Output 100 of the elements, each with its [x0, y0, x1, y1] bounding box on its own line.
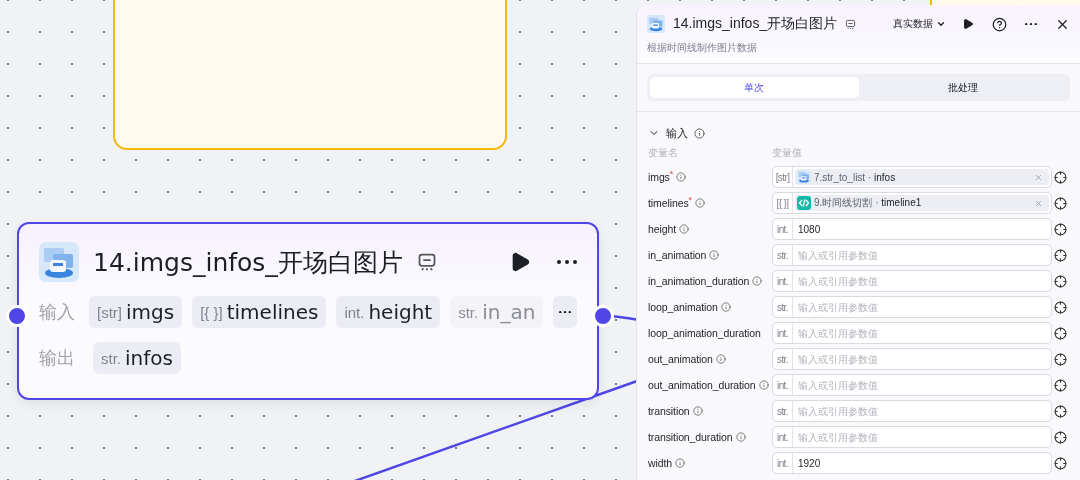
panel-subtitle: 根据时间线制作图片数据 [647, 41, 758, 55]
param-field[interactable]: int. 1920 [772, 452, 1052, 474]
caret-icon [936, 19, 946, 29]
run-button[interactable] [962, 18, 974, 30]
param-name: height [648, 223, 676, 235]
reference-picker-icon[interactable] [1054, 196, 1067, 210]
mode-tab[interactable]: 批处理 [858, 77, 1067, 98]
info-icon[interactable] [694, 127, 705, 139]
param-field[interactable]: str. 输入或引用参数值 [772, 348, 1052, 370]
code-node-icon [797, 196, 811, 210]
panel-title: 14.imgs_infos_开场白图片 [673, 15, 838, 33]
more-icon [1025, 22, 1037, 26]
chip-name: in_an [482, 300, 536, 324]
type-label: [{ }] [773, 193, 793, 213]
type-label: int. [773, 323, 793, 343]
type-label: [{ }] [200, 303, 223, 321]
param-name: transition_duration [648, 431, 733, 443]
reference-text: 9.时间线切割 · timeline1 [814, 196, 922, 210]
input-field[interactable]: 输入或引用参数值 [793, 323, 1051, 343]
param-name: out_animation [648, 353, 713, 365]
node-card[interactable]: 14.imgs_infos_开场白图片 输入 [str] imgs [{ }] timelines int. height str. in_an 输出 str. infos [17, 222, 599, 400]
param-name: out_animation_duration [648, 379, 756, 391]
node-badge-icon [416, 252, 437, 272]
help-button[interactable] [992, 16, 1007, 32]
param-field[interactable]: str. 输入或引用参数值 [772, 244, 1052, 266]
input-field[interactable]: 输入或引用参数值 [793, 375, 1051, 395]
node-icon [39, 242, 79, 282]
more-button[interactable] [557, 260, 577, 264]
chip-name: infos [125, 346, 173, 370]
type-label: int. [773, 453, 793, 473]
reference-picker-icon[interactable] [1054, 300, 1067, 314]
reference-picker-icon[interactable] [1054, 248, 1067, 262]
inputs-label: 输入 [39, 301, 76, 324]
reference-picker-icon[interactable] [1054, 326, 1067, 340]
node-badge-icon [845, 18, 857, 30]
reference-picker-icon[interactable] [1054, 222, 1067, 236]
type-label: str. [773, 349, 793, 369]
param-name: loop_animation [648, 301, 718, 313]
field-value: 1920 [797, 457, 821, 469]
reference-picker-icon[interactable] [1054, 170, 1067, 184]
input-field[interactable]: 输入或引用参数值 [793, 427, 1051, 447]
column-header: 变量名 [648, 146, 679, 160]
param-name: timelines [648, 197, 689, 209]
input-field[interactable]: 输入或引用参数值 [793, 349, 1051, 369]
more-button[interactable] [1025, 22, 1037, 26]
column-header: 变量值 [772, 146, 803, 160]
type-label: int. [344, 303, 365, 321]
required-mark: * [688, 195, 693, 205]
outputs-label: 输出 [39, 347, 76, 370]
chip-name: height [368, 300, 433, 324]
param-name: width [648, 457, 672, 469]
chip-name: imgs [126, 300, 175, 324]
mode-tab[interactable]: 单次 [650, 77, 859, 98]
input-field[interactable]: 输入或引用参数值 [793, 271, 1051, 291]
type-label: [str] [773, 167, 793, 187]
reference-chip[interactable]: 7.str_to_list · infos [795, 169, 1049, 185]
input-handle[interactable] [6, 305, 28, 327]
reference-picker-icon[interactable] [1054, 378, 1067, 392]
param-name: transition [648, 405, 690, 417]
type-label: int. [773, 219, 793, 239]
type-label: int. [773, 375, 793, 395]
reference-picker-icon[interactable] [1054, 352, 1067, 366]
type-label: str. [773, 297, 793, 317]
reference-text: 7.str_to_list · infos [814, 171, 896, 183]
output-handle[interactable] [592, 305, 614, 327]
param-field[interactable]: str. 输入或引用参数值 [772, 400, 1052, 422]
chip-name: timelines [226, 300, 319, 324]
input-field[interactable]: 输入或引用参数值 [793, 245, 1051, 265]
type-label: int. [773, 271, 793, 291]
more-inputs-button[interactable] [553, 296, 577, 328]
type-label: str. [101, 349, 121, 367]
type-label: int. [773, 427, 793, 447]
reference-picker-icon[interactable] [1054, 456, 1067, 470]
node-icon [797, 170, 811, 184]
param-name: in_animation [648, 249, 707, 261]
param-field[interactable]: int. 输入或引用参数值 [772, 426, 1052, 448]
param-field[interactable]: int. 1080 [772, 218, 1052, 240]
node-title: 14.imgs_infos_开场白图片 [93, 246, 403, 279]
required-mark: * [669, 169, 674, 179]
data-mode-dropdown[interactable]: 真实数据 [893, 17, 946, 31]
reference-chip[interactable]: 9.时间线切割 · timeline1 [795, 195, 1049, 211]
type-label: str. [773, 245, 793, 265]
section-title: 输入 [666, 125, 688, 141]
param-name: loop_animation_duration [648, 327, 761, 339]
type-label: str. [458, 303, 479, 321]
param-field[interactable]: int. 输入或引用参数值 [772, 374, 1052, 396]
input-field[interactable]: 输入或引用参数值 [793, 401, 1051, 421]
input-field[interactable]: 输入或引用参数值 [793, 297, 1051, 317]
param-field[interactable]: [{ }] 9.时间线切割 · timeline1 [772, 192, 1052, 214]
type-label: str. [773, 401, 793, 421]
param-field[interactable]: [str] 7.str_to_list · infos [772, 166, 1052, 188]
param-field[interactable]: int. 输入或引用参数值 [772, 322, 1052, 344]
param-field[interactable]: str. 输入或引用参数值 [772, 296, 1052, 318]
reference-picker-icon[interactable] [1054, 430, 1067, 444]
more-icon [557, 260, 577, 264]
param-name: imgs [648, 171, 670, 183]
reference-picker-icon[interactable] [1054, 274, 1067, 288]
more-icon [559, 310, 572, 314]
param-field[interactable]: int. 输入或引用参数值 [772, 270, 1052, 292]
reference-picker-icon[interactable] [1054, 404, 1067, 418]
